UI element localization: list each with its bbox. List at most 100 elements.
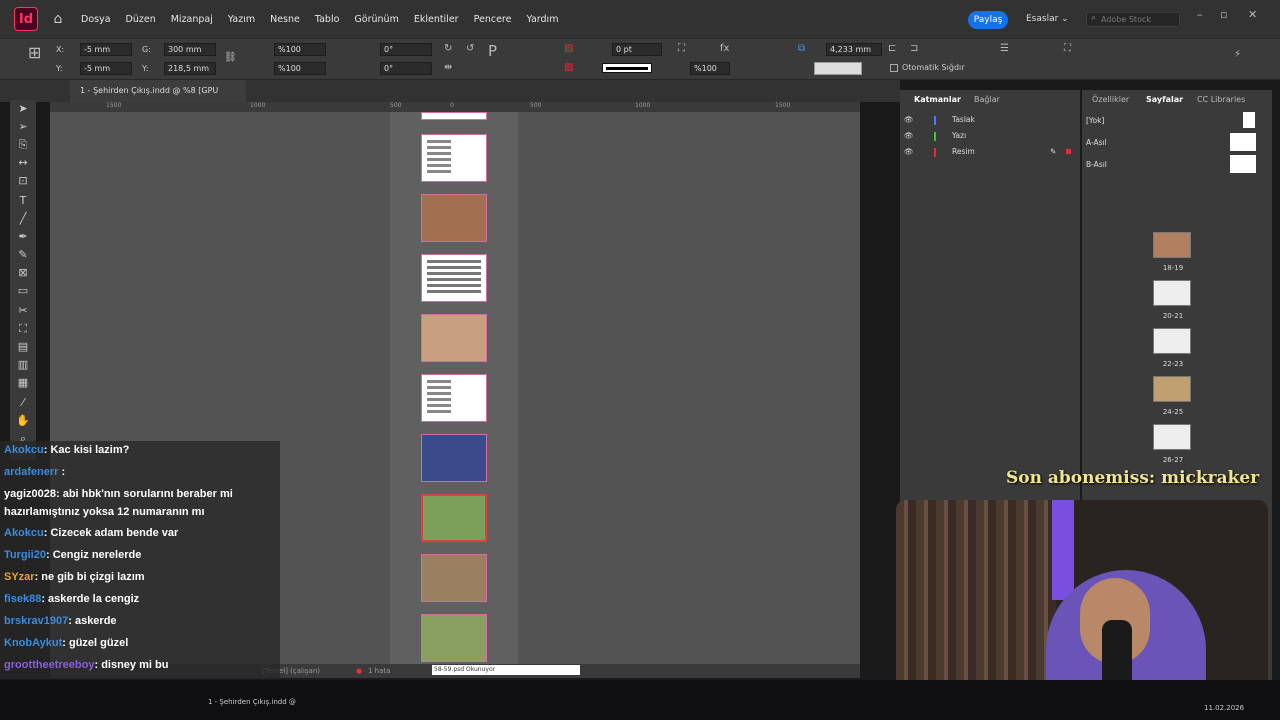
gap-tool-icon[interactable]: ↔: [16, 156, 30, 170]
eyedropper-tool-icon[interactable]: ⁄: [16, 396, 30, 410]
menu-dosya[interactable]: Dosya: [81, 14, 111, 25]
layer-row-resim[interactable]: 👁 Resim ✎: [904, 144, 1078, 160]
frame-fit-icon[interactable]: ⛶: [678, 43, 685, 55]
shear-field[interactable]: 0°: [380, 62, 432, 75]
note-tool-icon[interactable]: ▦: [16, 376, 30, 390]
content-collector-icon[interactable]: ⊡: [16, 174, 30, 188]
share-button[interactable]: Paylaş: [968, 11, 1008, 29]
chat-nick[interactable]: Akokcu: [4, 444, 44, 456]
rectangle-tool-icon[interactable]: ▭: [16, 284, 30, 298]
home-icon[interactable]: ⌂: [50, 11, 66, 27]
menu-duzen[interactable]: Düzen: [126, 14, 156, 25]
autofit-checkbox[interactable]: [890, 64, 898, 72]
page-spread-illustration[interactable]: [421, 194, 487, 242]
error-count[interactable]: 1 hata: [368, 664, 390, 678]
menu-gorunum[interactable]: Görünüm: [354, 14, 398, 25]
page-spread[interactable]: [421, 112, 487, 120]
height-field[interactable]: 218,5 mm: [164, 62, 216, 75]
layer-row-yazi[interactable]: 👁 Yazı: [904, 128, 1078, 144]
pen-tool-icon[interactable]: ✒: [16, 230, 30, 244]
page-spread-text[interactable]: [421, 134, 487, 182]
maximize-icon[interactable]: ▫: [1220, 8, 1227, 21]
swatch-preview[interactable]: [814, 62, 862, 75]
master-thumb[interactable]: [1230, 155, 1256, 173]
page-thumb[interactable]: [1153, 328, 1191, 354]
menu-eklentiler[interactable]: Eklentiler: [414, 14, 459, 25]
width-field[interactable]: 300 mm: [164, 43, 216, 56]
chat-nick[interactable]: Akokcu: [4, 527, 44, 539]
scale-x-field[interactable]: %100: [274, 43, 326, 56]
master-thumb[interactable]: [1243, 112, 1255, 128]
direct-selection-tool-icon[interactable]: ➢: [16, 120, 30, 134]
hand-tool-icon[interactable]: ✋: [16, 414, 30, 428]
minimize-icon[interactable]: –: [1197, 8, 1203, 21]
document-tab[interactable]: 1 - Şehirden Çıkış.indd @ %8 [GPU Önizle…: [70, 80, 246, 117]
menu-mizanpaj[interactable]: Mizanpaj: [171, 14, 213, 25]
menu-pencere[interactable]: Pencere: [474, 14, 512, 25]
indesign-app-icon[interactable]: Id: [14, 7, 38, 31]
rotation-field[interactable]: 0°: [380, 43, 432, 56]
stroke-type-select[interactable]: [602, 63, 652, 73]
master-b[interactable]: B-Asıl: [1086, 160, 1107, 169]
fx-icon[interactable]: fx: [720, 43, 729, 55]
rotate-cw-icon[interactable]: ↻: [444, 43, 452, 55]
workspace-switcher[interactable]: Esaslar ⌄: [1026, 14, 1069, 24]
master-a[interactable]: A-Asıl: [1086, 138, 1107, 147]
page-thumb[interactable]: [1153, 280, 1191, 306]
page-thumb[interactable]: [1153, 376, 1191, 402]
page-spread-illustration[interactable]: [421, 554, 487, 602]
eye-icon[interactable]: 👁: [904, 112, 914, 128]
tab-ozellikler[interactable]: Özellikler: [1092, 95, 1129, 104]
menu-yardim[interactable]: Yardım: [526, 14, 558, 25]
master-thumb[interactable]: [1230, 133, 1256, 151]
selection-tool-icon[interactable]: ➤: [16, 102, 30, 116]
rotate-ccw-icon[interactable]: ↺: [466, 43, 474, 55]
gradient-feather-icon[interactable]: ▥: [16, 358, 30, 372]
chat-nick[interactable]: brskrav1907: [4, 615, 68, 627]
align-left-icon[interactable]: ⊏: [888, 43, 896, 55]
align-center-icon[interactable]: ⊐: [910, 43, 918, 55]
page-spread-text[interactable]: [421, 254, 487, 302]
page-spread-illustration[interactable]: [421, 314, 487, 362]
menu-tablo[interactable]: Tablo: [315, 14, 340, 25]
page-thumb[interactable]: [1153, 424, 1191, 450]
opacity-field[interactable]: %100: [690, 62, 730, 75]
eye-icon[interactable]: 👁: [904, 144, 914, 160]
constrain-link-icon[interactable]: ⛓: [224, 52, 237, 64]
scissors-tool-icon[interactable]: ✂: [16, 304, 30, 318]
menu-yazim[interactable]: Yazım: [228, 14, 255, 25]
tab-baglar[interactable]: Bağlar: [974, 95, 1000, 104]
menu-nesne[interactable]: Nesne: [270, 14, 300, 25]
chat-nick[interactable]: yagiz0028: [4, 488, 56, 500]
page-thumb[interactable]: [1153, 232, 1191, 258]
tab-sayfalar[interactable]: Sayfalar: [1146, 95, 1183, 104]
page-spread-night-scene[interactable]: [421, 434, 487, 482]
page-spread-text[interactable]: [421, 374, 487, 422]
gap-field[interactable]: 4,233 mm: [826, 43, 882, 56]
master-none[interactable]: [Yok]: [1086, 116, 1104, 125]
stroke-none-icon[interactable]: ▨: [564, 62, 573, 74]
free-transform-tool-icon[interactable]: ⛶: [16, 322, 30, 336]
page-tool-icon[interactable]: ⎘: [16, 138, 30, 152]
lightning-icon[interactable]: ⚡: [1234, 49, 1241, 61]
page-spread-illustration[interactable]: [421, 614, 487, 662]
taskbar-app-item[interactable]: 1 - Şehirden Çıkış.indd @: [208, 698, 296, 706]
stock-search-input[interactable]: Adobe Stock: [1086, 12, 1180, 27]
crop-icon[interactable]: ⛶: [1064, 43, 1071, 55]
distribute-icon[interactable]: ☰: [1000, 43, 1009, 55]
chat-nick[interactable]: Turgii20: [4, 549, 46, 561]
y-field[interactable]: -5 mm: [80, 62, 132, 75]
chat-nick[interactable]: ardafenerr: [4, 466, 58, 478]
page-spread-selected[interactable]: [421, 494, 487, 542]
pencil-tool-icon[interactable]: ✎: [16, 248, 30, 262]
close-icon[interactable]: ✕: [1248, 8, 1257, 21]
tab-cc-libraries[interactable]: CC Libraries: [1197, 95, 1245, 104]
stroke-weight-field[interactable]: 0 pt: [612, 43, 662, 56]
type-tool-icon[interactable]: T: [16, 194, 30, 208]
chat-nick[interactable]: groottheetreeboy: [4, 659, 94, 671]
line-tool-icon[interactable]: ╱: [16, 212, 30, 226]
chat-nick[interactable]: KnobAykut: [4, 637, 62, 649]
reference-point-icon[interactable]: ⊞: [28, 45, 41, 61]
layer-row-taslak[interactable]: 👁 Taslak: [904, 112, 1078, 128]
chat-nick[interactable]: SYzar: [4, 571, 35, 583]
